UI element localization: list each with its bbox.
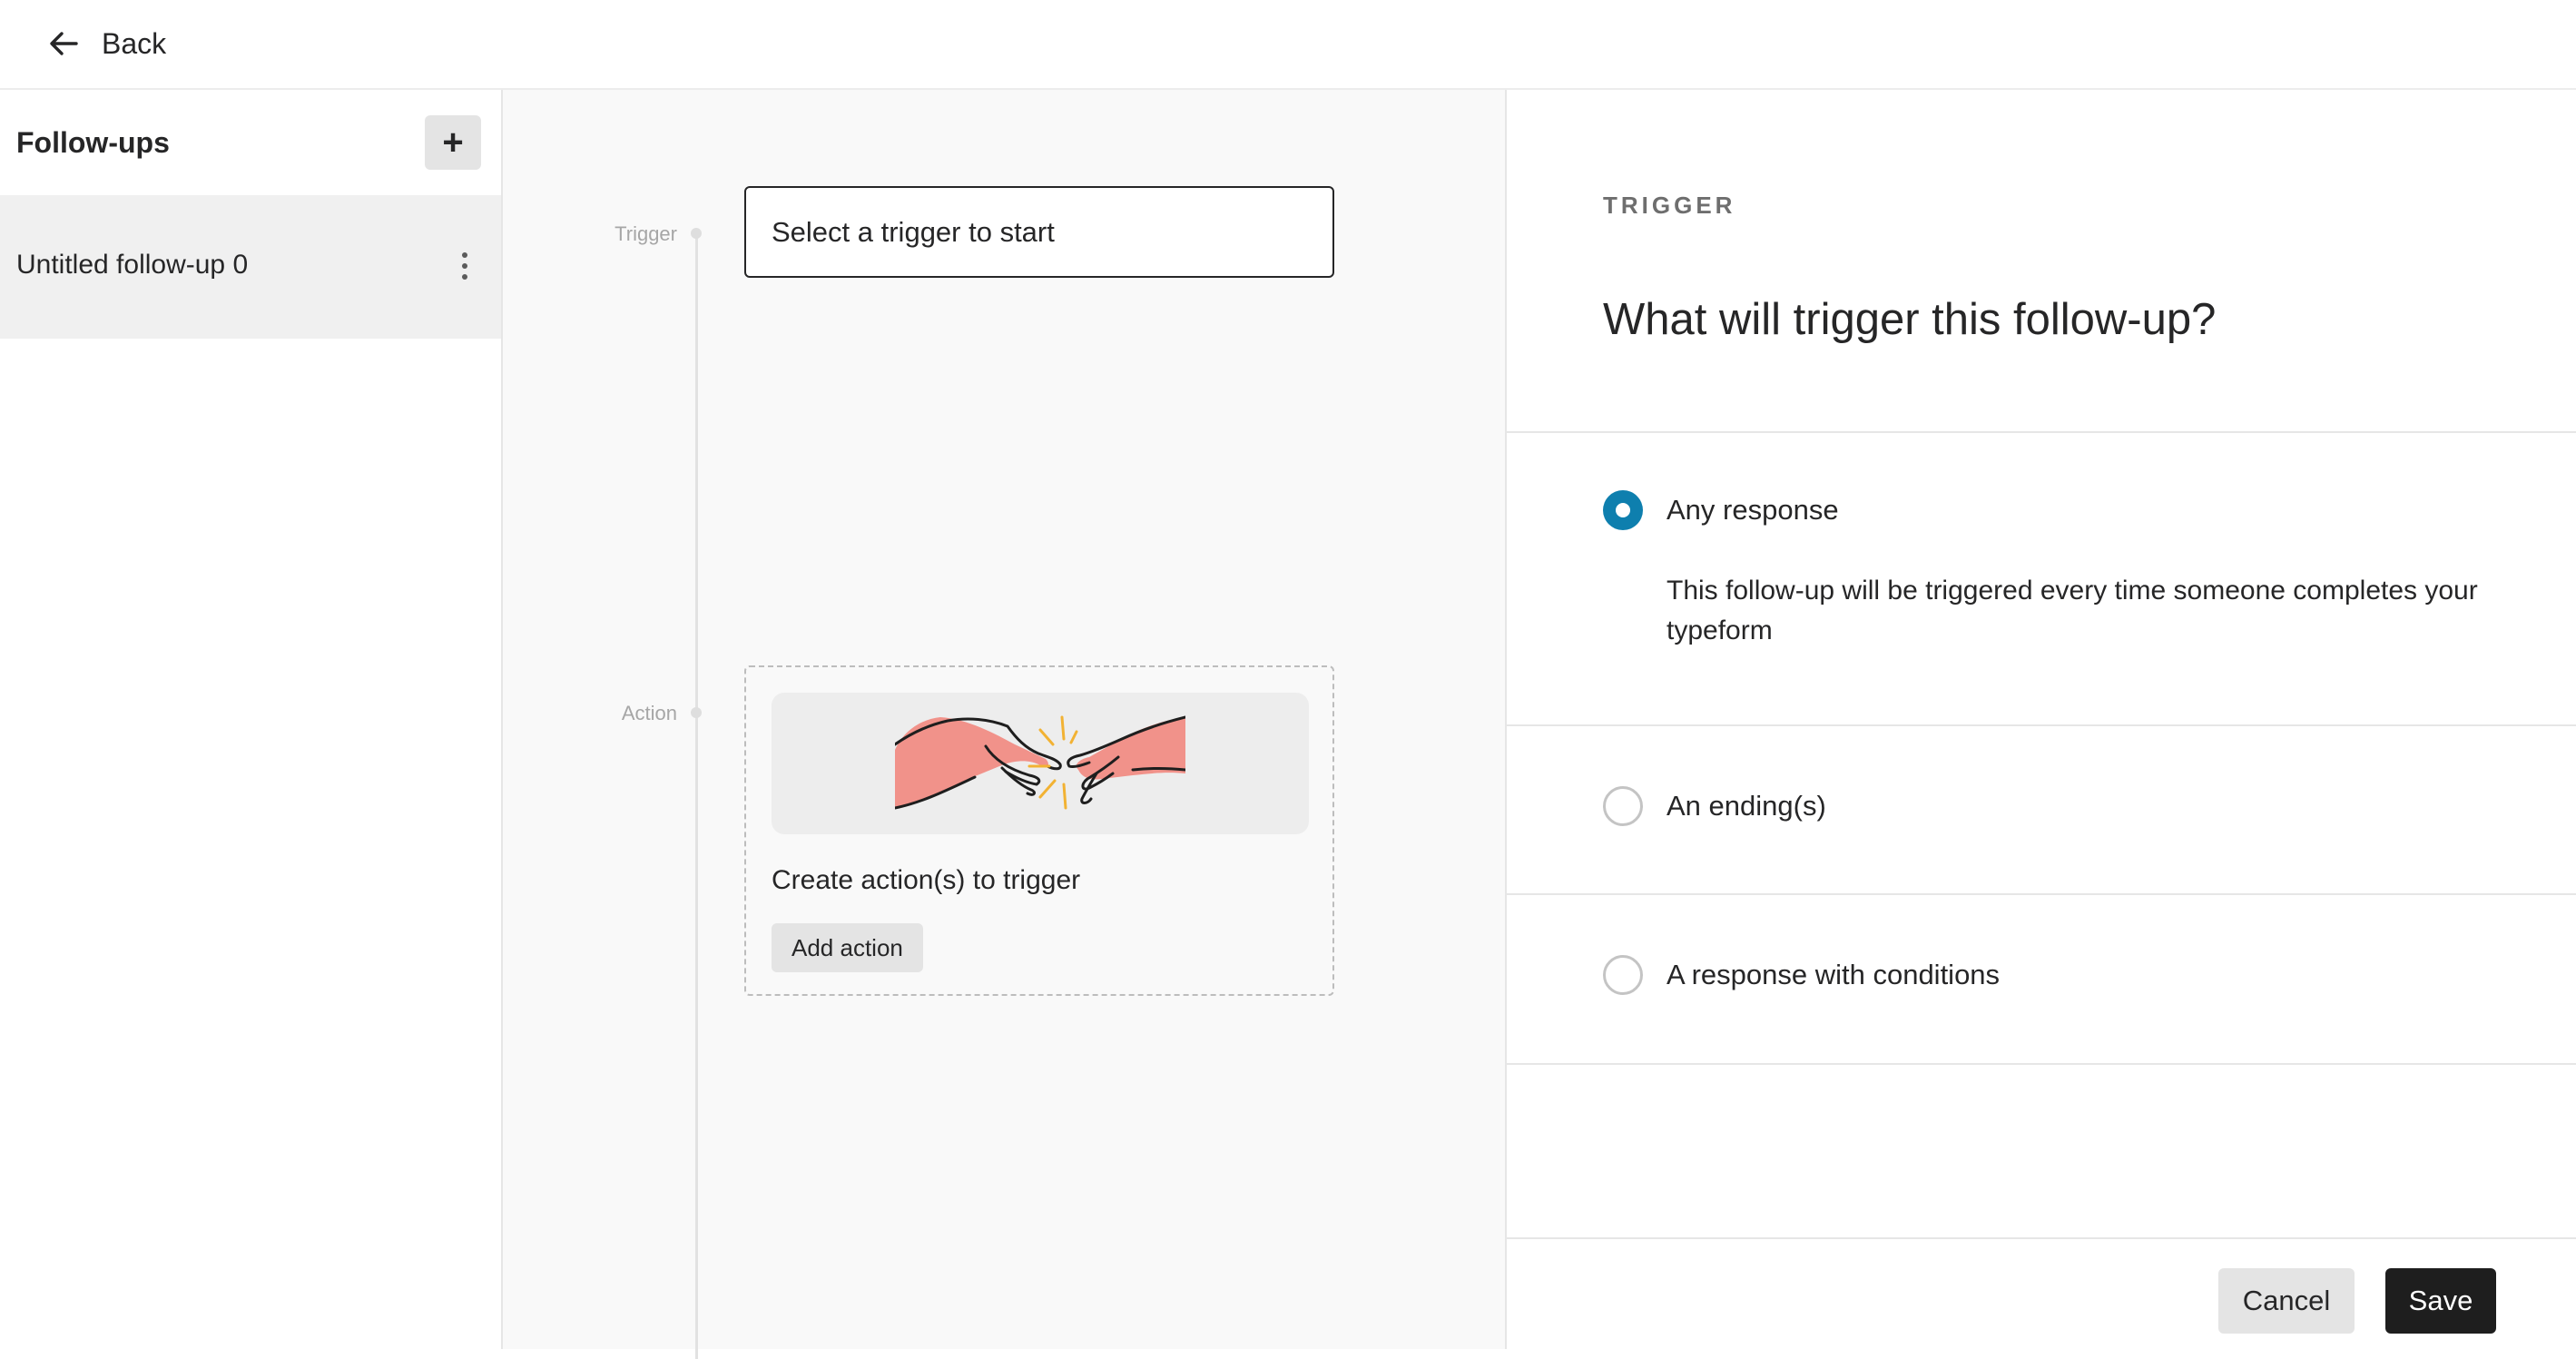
save-button[interactable]: Save [2385, 1268, 2496, 1334]
back-label: Back [102, 26, 167, 60]
option-label: Any response [1667, 494, 1839, 526]
radio-unchecked-icon[interactable] [1603, 786, 1643, 826]
sidebar: Follow-ups + Untitled follow-up 0 [0, 90, 503, 1349]
kebab-icon[interactable] [447, 239, 483, 293]
cancel-label: Cancel [2242, 1285, 2331, 1316]
arrow-left-icon [50, 32, 78, 55]
option-an-ending[interactable]: An ending(s) [1603, 786, 1826, 826]
trigger-placeholder: Select a trigger to start [772, 215, 1055, 248]
add-action-label: Add action [791, 933, 903, 961]
trigger-step-label: Trigger [615, 222, 677, 245]
option-any-response[interactable]: Any response [1603, 490, 1839, 530]
action-prompt-text: Create action(s) to trigger [772, 865, 1081, 895]
trigger-settings-panel: TRIGGER What will trigger this follow-up… [1507, 90, 2576, 1349]
trigger-step-dot [691, 228, 702, 239]
sidebar-header: Follow-ups + [0, 90, 501, 195]
cancel-button[interactable]: Cancel [2218, 1268, 2355, 1334]
divider [1507, 893, 2576, 895]
add-follow-up-button[interactable]: + [425, 115, 481, 170]
sidebar-item-untitled-follow-up-0[interactable]: Untitled follow-up 0 [0, 195, 501, 339]
action-step-dot [691, 707, 702, 718]
sidebar-item-label: Untitled follow-up 0 [16, 250, 249, 280]
panel-title: What will trigger this follow-up? [1603, 295, 2217, 344]
footer-divider [1507, 1237, 2576, 1239]
plus-icon: + [442, 123, 464, 162]
select-trigger-box[interactable]: Select a trigger to start [744, 186, 1334, 278]
panel-eyebrow: TRIGGER [1603, 192, 1736, 219]
hands-reaching-illustration [772, 693, 1309, 834]
timeline-line [695, 233, 698, 1359]
divider [1507, 431, 2576, 433]
option-label: A response with conditions [1667, 959, 2001, 990]
radio-unchecked-icon[interactable] [1603, 955, 1643, 995]
add-action-button[interactable]: Add action [772, 923, 923, 972]
top-bar: Back [0, 0, 2576, 90]
action-step-label: Action [621, 702, 677, 724]
flow-canvas: Trigger Select a trigger to start Action [503, 90, 1507, 1359]
divider [1507, 724, 2576, 726]
back-button[interactable]: Back [36, 18, 175, 69]
option-label: An ending(s) [1667, 790, 1826, 822]
divider [1507, 1063, 2576, 1065]
save-label: Save [2408, 1285, 2473, 1316]
option-description: This follow-up will be triggered every t… [1667, 576, 2478, 645]
radio-checked-icon[interactable] [1603, 490, 1643, 530]
sidebar-title: Follow-ups [16, 126, 170, 159]
action-card: Create action(s) to trigger Add action [744, 665, 1334, 996]
option-response-with-conditions[interactable]: A response with conditions [1603, 955, 2000, 995]
